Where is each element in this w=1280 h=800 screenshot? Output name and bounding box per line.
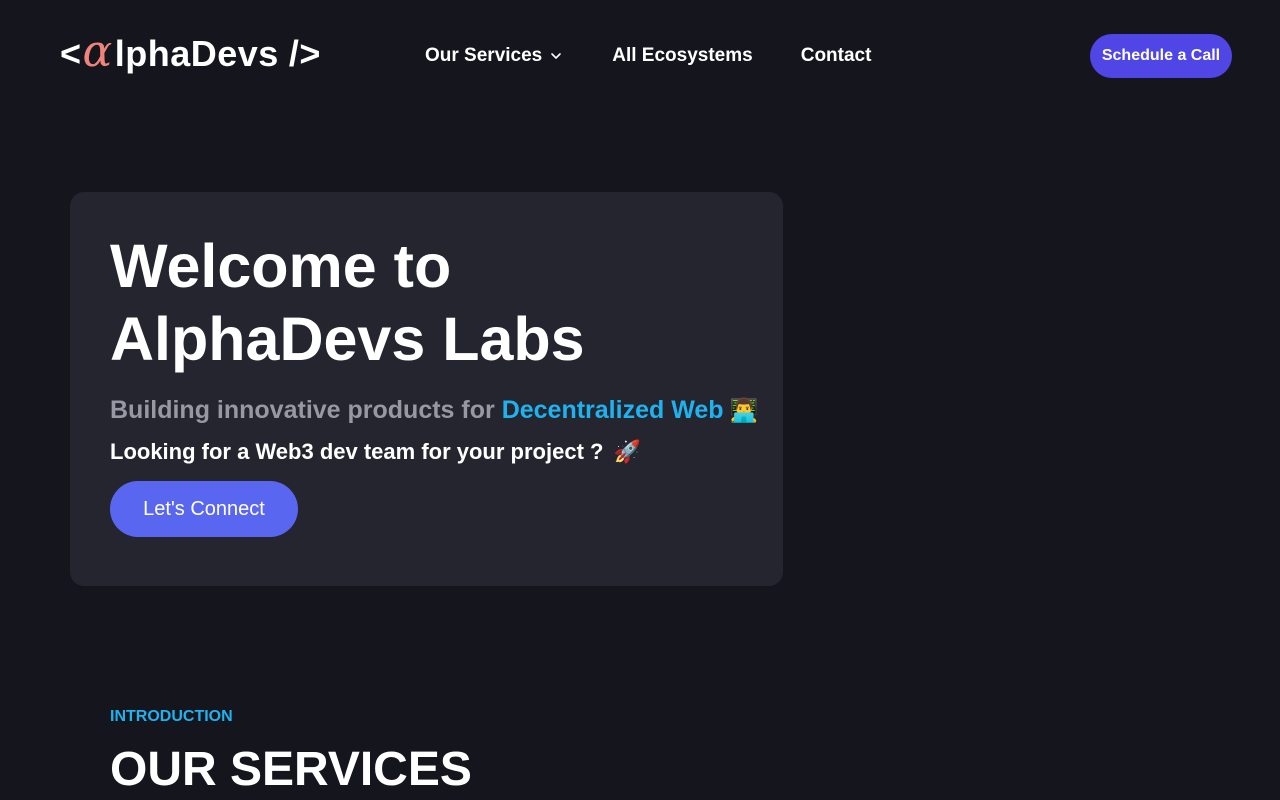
intro-label: INTRODUCTION: [110, 708, 233, 725]
hero-subtitle-prefix: Building innovative products for: [110, 396, 495, 424]
hero-title-line-1: Welcome to: [110, 232, 452, 300]
hero-title: Welcome to AlphaDevs Labs: [110, 230, 743, 376]
logo-close-bracket: />: [288, 33, 321, 74]
logo-alpha-glyph: α: [82, 26, 113, 77]
main-nav: Our Services All Ecosystems Contact: [425, 44, 871, 68]
logo-open-bracket: <: [60, 33, 82, 74]
nav-all-ecosystems[interactable]: All Ecosystems: [612, 45, 752, 67]
hero-title-line-2: AlphaDevs Labs: [110, 305, 585, 373]
section-title: OUR SERVICES: [110, 743, 472, 796]
hero-subtitle-highlight: Decentralized Web: [501, 396, 724, 424]
hero-tagline-text: Looking for a Web3 dev team for your pro…: [110, 439, 604, 464]
nav-contact[interactable]: Contact: [801, 45, 872, 67]
rocket-emoji-icon: 🚀: [613, 439, 641, 464]
nav-our-services[interactable]: Our Services: [425, 45, 562, 67]
hero-subtitle: Building innovative products for Decentr…: [110, 396, 758, 425]
schedule-call-button[interactable]: Schedule a Call: [1090, 34, 1232, 78]
page: < α lphaDevs /> Our Services All Ecosyst…: [0, 0, 1280, 800]
lets-connect-button[interactable]: Let's Connect: [110, 481, 298, 537]
hero-tagline: Looking for a Web3 dev team for your pro…: [110, 439, 743, 465]
chevron-down-icon: [551, 53, 562, 59]
nav-our-services-label: Our Services: [425, 45, 543, 66]
technologist-emoji-icon: 👨‍💻: [729, 397, 759, 423]
hero-card: Welcome to AlphaDevs Labs Building innov…: [70, 192, 783, 586]
logo-link[interactable]: < α lphaDevs />: [60, 30, 321, 78]
site-header: < α lphaDevs /> Our Services All Ecosyst…: [0, 0, 1280, 110]
logo-text: lphaDevs: [114, 33, 279, 74]
